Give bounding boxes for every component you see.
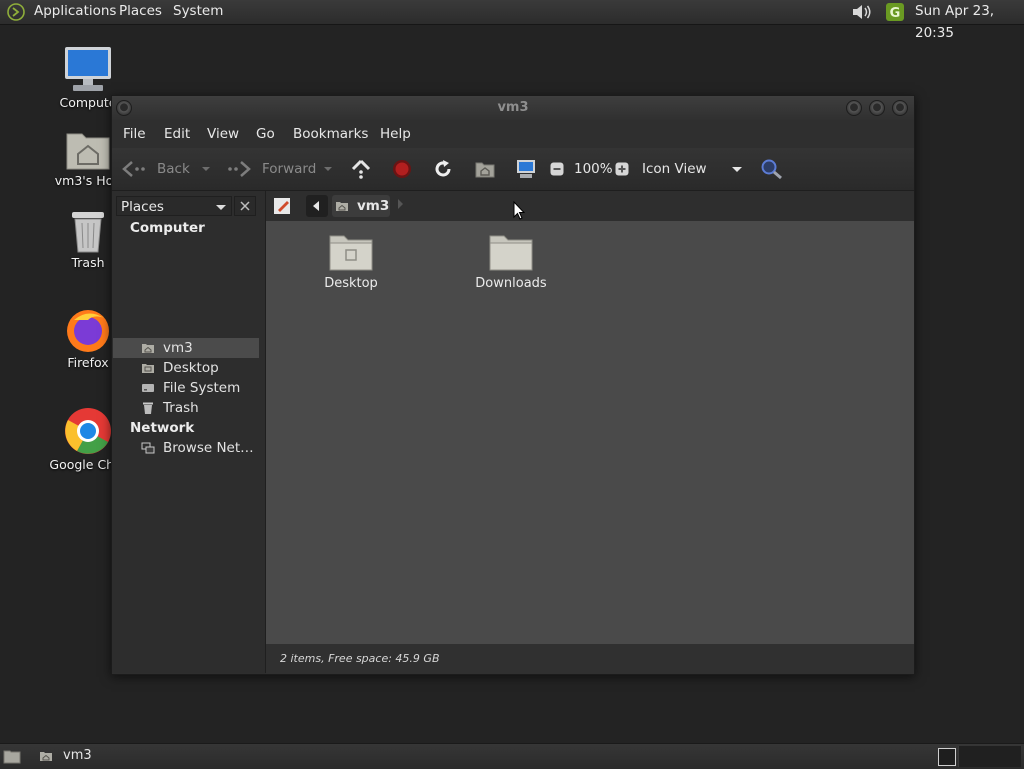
menu-bookmarks[interactable]: Bookmarks [293,120,368,148]
top-panel: Applications Places System G Sun Apr 23,… [0,0,1024,41]
taskbar-item-vm3[interactable]: vm3 [36,744,92,769]
forward-history-dropdown[interactable] [324,167,332,171]
menu-view[interactable]: View [207,120,239,148]
maximize-button[interactable] [869,100,885,116]
back-button[interactable]: Back [122,148,214,190]
path-button-home[interactable]: vm3 [332,195,390,217]
file-manager-window: vm3 File Edit View Go Bookmarks Help Bac… [111,95,915,675]
trash-icon [72,212,104,253]
taskbar-item-label: vm3 [63,748,92,763]
sidebar-item-browse-network[interactable]: Browse Net… [113,438,259,458]
forward-button[interactable]: Forward [227,148,337,190]
file-item-desktop[interactable]: Desktop [296,232,406,291]
home-icon [336,202,348,211]
back-history-dropdown[interactable] [202,167,210,171]
workspace-1[interactable] [938,748,956,766]
places-selector-label: Places [121,199,164,215]
zoom-level[interactable]: 100% [574,148,613,190]
file-item-label: Desktop [324,276,378,291]
file-view[interactable]: Desktop Downloads [266,221,914,644]
clock[interactable]: Sun Apr 23, 20:35 [915,0,1024,44]
toolbar: Back Forward 100% Icon View [112,148,914,191]
home-icon [40,752,52,761]
zoom-out-icon[interactable] [550,162,564,176]
forward-label: Forward [262,161,317,177]
reload-icon[interactable] [433,159,453,179]
computer-icon[interactable] [515,158,537,180]
minimize-button[interactable] [846,100,862,116]
sidebar-heading-network: Network [130,420,195,436]
chevron-left-icon [313,201,319,211]
folder-icon [489,235,533,271]
statusbar: 2 items, Free space: 45.9 GB [266,644,914,674]
home-folder-icon [66,133,110,170]
menu-file[interactable]: File [123,120,146,148]
file-item-label: Downloads [475,276,547,291]
close-sidebar-button[interactable] [234,196,256,216]
view-mode-label: Icon View [642,161,707,177]
chrome-icon [65,408,111,454]
update-notifier-icon[interactable]: G [884,2,906,22]
menubar: File Edit View Go Bookmarks Help [112,120,914,148]
computer-icon [65,47,111,91]
applications-menu[interactable]: Applications [34,0,116,24]
file-item-downloads[interactable]: Downloads [456,232,566,291]
sidebar-heading-computer: Computer [130,220,205,236]
firefox-icon [67,310,109,352]
mouse-cursor-icon [513,201,525,220]
places-menu[interactable]: Places [119,0,162,24]
gnome-foot-icon[interactable] [7,3,25,21]
edit-location-icon[interactable] [272,195,294,217]
sidebar-item-file-system[interactable]: File System [113,378,259,398]
chevron-down-icon [732,167,742,172]
menu-edit[interactable]: Edit [164,120,190,148]
close-button[interactable] [892,100,908,116]
location-bar: vm3 [266,191,914,221]
back-label: Back [157,161,190,177]
chevron-down-icon [216,205,226,210]
sidebar-item-label: File System [163,380,241,396]
sidebar-item-trash[interactable]: Trash [113,398,259,418]
forward-arrow-icon [228,161,251,177]
svg-text:G: G [890,6,901,21]
sidebar-item-label: Desktop [163,360,219,376]
sidebar-item-vm3[interactable]: vm3 [113,338,259,358]
status-text: 2 items, Free space: 45.9 GB [280,652,440,665]
trash-icon [143,402,153,414]
sidebar-item-label: Trash [163,400,199,416]
desktop-folder-icon [142,364,154,373]
desktop-folder-icon [329,235,373,271]
sidebar-item-label: vm3 [163,340,193,356]
window-titlebar[interactable]: vm3 [112,96,914,120]
path-button-label: vm3 [357,198,390,214]
back-arrow-icon [122,161,145,177]
window-menu-button[interactable] [116,100,132,116]
zoom-in-icon[interactable] [615,162,629,176]
menu-go[interactable]: Go [256,120,275,148]
path-scroll-left-button[interactable] [306,195,328,217]
search-icon[interactable] [760,158,784,180]
menu-help[interactable]: Help [380,120,411,148]
path-scroll-right-button[interactable] [398,199,403,209]
sidebar: Places Computer vm3 Desktop File System … [112,191,266,673]
up-icon[interactable] [350,159,372,179]
sidebar-item-label: Browse Net… [163,440,254,456]
bottom-panel: vm3 [0,743,1024,769]
close-icon [240,201,250,211]
show-desktop-icon[interactable] [3,748,21,764]
sidebar-item-desktop[interactable]: Desktop [113,358,259,378]
places-selector[interactable]: Places [116,196,232,216]
volume-icon[interactable] [850,2,874,22]
filesystem-icon [142,384,154,392]
window-title: vm3 [497,100,529,115]
network-icon [141,442,155,454]
home-icon [142,344,154,353]
system-menu[interactable]: System [173,0,223,24]
home-icon[interactable] [474,159,496,179]
workspace-2[interactable] [958,746,1021,767]
view-mode-select[interactable]: Icon View [642,148,747,190]
stop-icon[interactable] [392,159,412,179]
